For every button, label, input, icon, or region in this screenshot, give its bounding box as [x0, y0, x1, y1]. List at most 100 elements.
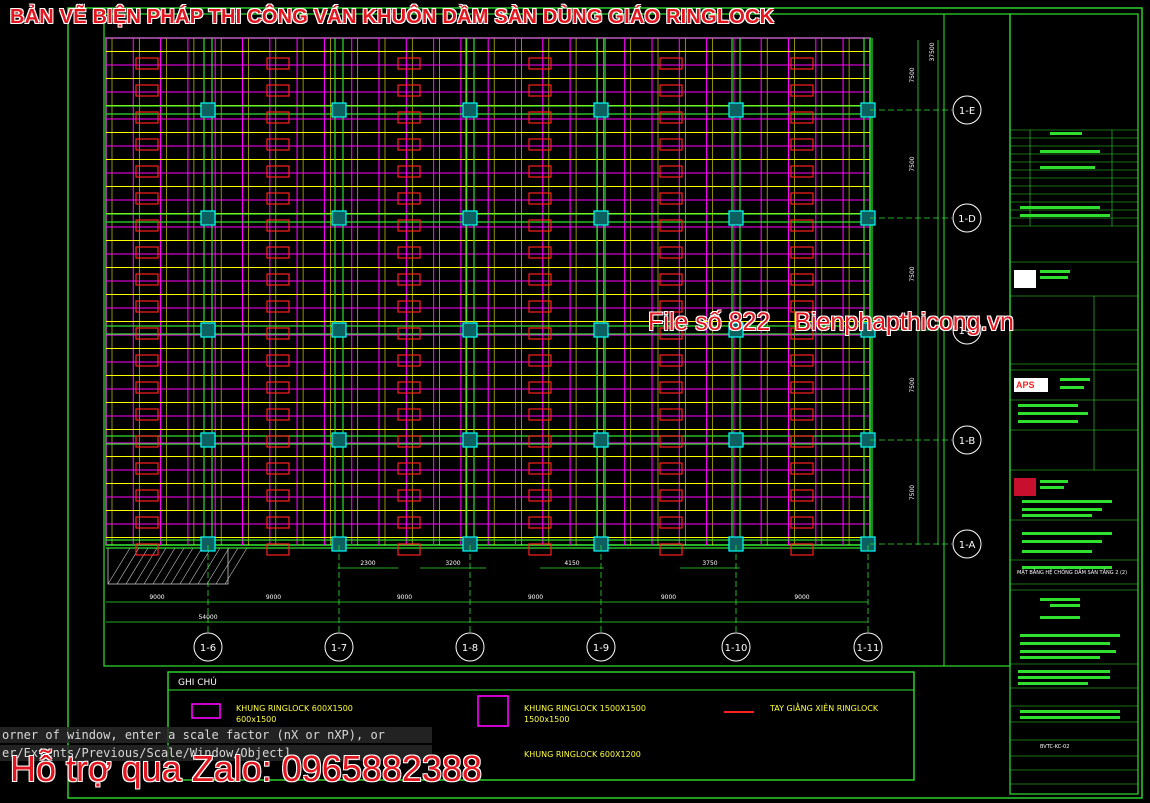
support-contact: Hỗ trợ qua Zalo: 0965882388	[10, 748, 482, 789]
drawing-canvas[interactable]: 1-6 1-7 1-8 1-9 1-10 1-11 1-E1-D1-C1-B1-A 230…	[0, 0, 1150, 803]
column-symbol	[462, 102, 478, 118]
column-symbol	[728, 102, 744, 118]
hatch-line	[134, 547, 158, 585]
column-symbol	[462, 322, 478, 338]
red-frame-mark	[528, 165, 552, 178]
title-block-text-line	[1020, 650, 1116, 653]
red-frame-mark	[397, 138, 421, 151]
title-block-text-line	[1018, 404, 1078, 407]
dimension-text: 9000	[528, 594, 543, 601]
watermark: File số 822 Bienphapthicong.vn	[648, 308, 1038, 337]
red-frame-mark	[397, 354, 421, 367]
column-grid-label: 1-11	[857, 643, 880, 654]
red-frame-mark	[659, 246, 683, 259]
red-frame-mark	[397, 489, 421, 502]
red-frame-mark	[659, 273, 683, 286]
legend-swatch-1500x1500	[477, 695, 509, 727]
column-grid-label: 1-10	[725, 643, 748, 654]
title-block-text-line	[1040, 276, 1068, 279]
title-block-text-line	[1018, 676, 1110, 679]
watermark-site: Bienphapthicong.vn	[794, 308, 1014, 336]
hatch-line	[206, 547, 230, 585]
title-block-text-line	[1018, 682, 1088, 685]
hatch-line	[197, 547, 221, 585]
dimension-text: 9000	[794, 594, 809, 601]
red-frame-mark	[397, 381, 421, 394]
legend-item-1-sub: 600x1500	[236, 715, 276, 724]
title-block-text-line	[1040, 270, 1070, 273]
dimension-text: 9000	[266, 594, 281, 601]
title-block-text-line	[1018, 412, 1088, 415]
column-grid-label: 1-9	[593, 643, 609, 654]
column-grid-bubbles: 1-6 1-7 1-8 1-9 1-10 1-11	[193, 545, 883, 662]
red-frame-mark	[528, 462, 552, 475]
row-grid-label: 1-A	[959, 540, 976, 551]
title-block-text-line	[1022, 514, 1092, 517]
column-symbol	[462, 210, 478, 226]
red-frame-mark	[528, 435, 552, 448]
red-frame-mark	[659, 435, 683, 448]
red-frame-mark	[659, 489, 683, 502]
hatch-line	[143, 547, 167, 585]
red-frame-mark	[397, 408, 421, 421]
red-frame-mark	[659, 354, 683, 367]
column-symbol	[331, 322, 347, 338]
title-block-text-line	[1020, 642, 1110, 645]
title-block-logo: APS	[1016, 380, 1035, 390]
hatch-line	[152, 547, 176, 585]
column-symbol	[462, 432, 478, 448]
column-symbol	[200, 322, 216, 338]
red-frame-mark	[397, 84, 421, 97]
cad-viewport[interactable]: 1-6 1-7 1-8 1-9 1-10 1-11 1-E 1-D 1-C 1-B 1-A 230…	[0, 0, 1150, 803]
column-symbol	[200, 102, 216, 118]
company-logo-box	[1014, 270, 1036, 288]
dimension-text: 3750	[702, 560, 717, 567]
red-frame-mark	[659, 408, 683, 421]
red-frame-mark	[397, 462, 421, 475]
hatch-line	[107, 547, 131, 585]
red-frame-mark	[659, 192, 683, 205]
title-block-drawing-name: MẶT BẰNG HỆ CHỐNG DẦM SÀN TẦNG 2 (2)	[1017, 568, 1127, 576]
title-block-text-line	[1040, 616, 1080, 619]
title-block-text-line	[1018, 670, 1110, 673]
column-grid-label: 1-8	[462, 643, 478, 654]
column-grid-label: 1-7	[331, 643, 347, 654]
red-frame-mark	[528, 192, 552, 205]
title-block-text-line	[1040, 150, 1100, 153]
red-frame-mark	[397, 246, 421, 259]
red-frame-mark	[397, 57, 421, 70]
red-frame-mark	[397, 273, 421, 286]
title-block-text-line	[1020, 206, 1100, 209]
red-frame-mark	[528, 273, 552, 286]
command-line-history-1: orner of window, enter a scale factor (n…	[0, 727, 432, 743]
dimension-text-right: 7500	[909, 377, 916, 392]
red-frame-mark	[528, 354, 552, 367]
title-block-text-line	[1022, 508, 1102, 511]
red-frame-mark	[528, 408, 552, 421]
hatch-line	[215, 547, 239, 585]
column-symbol	[331, 432, 347, 448]
dimension-text-right: 7500	[909, 266, 916, 281]
dimension-text: 3200	[445, 560, 460, 567]
red-frame-mark	[659, 84, 683, 97]
legend-item-4-label: KHUNG RINGLOCK 600X1200	[524, 750, 641, 759]
title-block-text-line	[1020, 214, 1110, 217]
red-frame-mark	[659, 138, 683, 151]
hatch-line	[170, 547, 194, 585]
red-logo-box	[1014, 478, 1036, 496]
dimension-text: 9000	[661, 594, 676, 601]
red-frame-mark	[528, 138, 552, 151]
legend-header: GHI CHÚ	[178, 676, 217, 688]
dimension-text: 9000	[149, 594, 164, 601]
column-symbol	[728, 210, 744, 226]
red-frame-mark	[659, 57, 683, 70]
red-frame-mark	[397, 300, 421, 313]
title-block-text-line	[1020, 656, 1100, 659]
hatch-line	[125, 547, 149, 585]
title-block-text-line	[1020, 710, 1120, 713]
legend-swatch-600x1500	[191, 703, 221, 719]
row-grid-label: 1-D	[958, 214, 976, 225]
title-block-text-line	[1060, 386, 1084, 389]
column-symbol	[200, 432, 216, 448]
dimension-text-right-total: 37500	[929, 42, 936, 61]
